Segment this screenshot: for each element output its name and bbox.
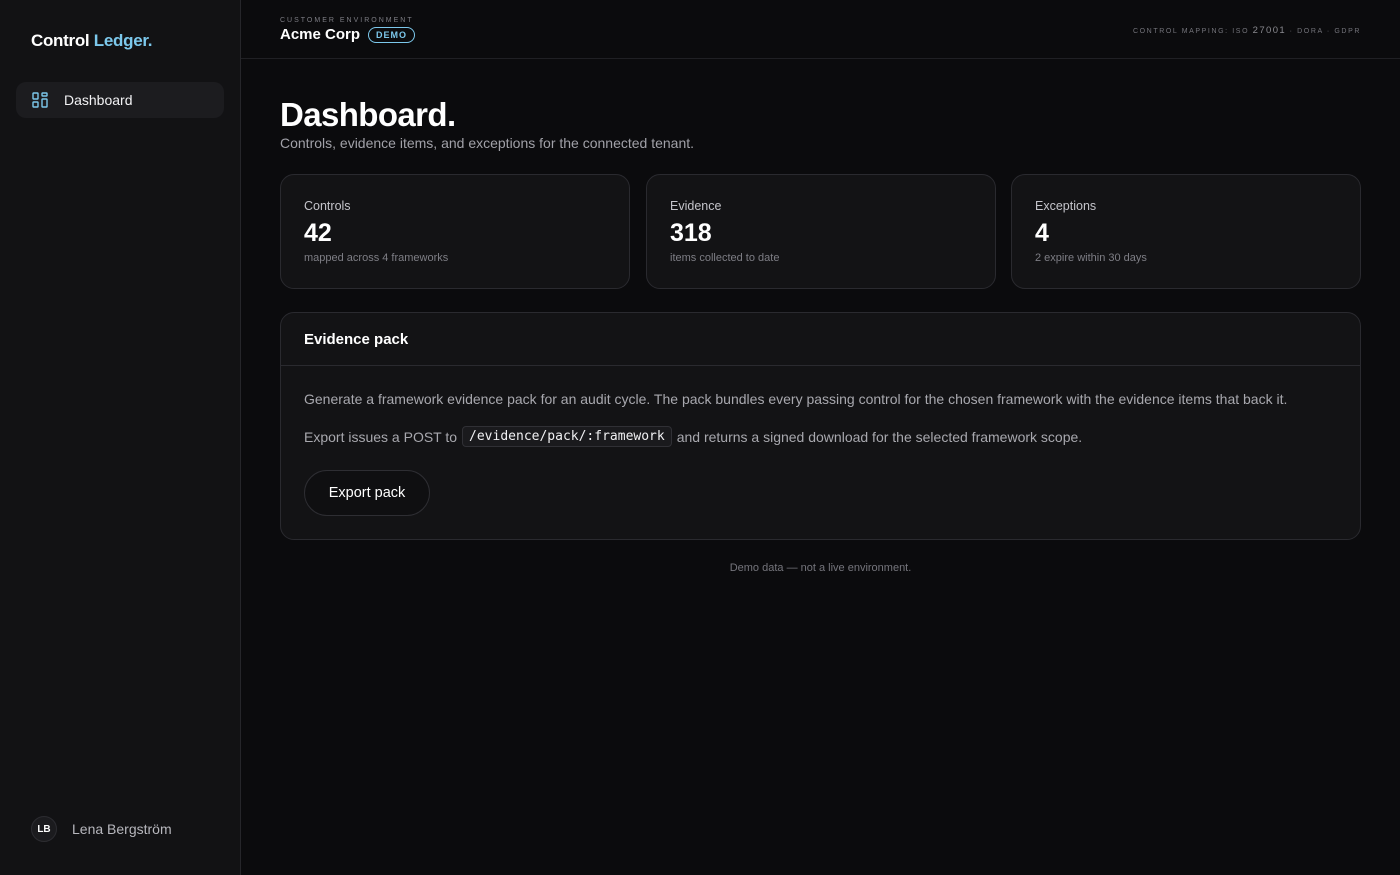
stat-label: Evidence: [670, 199, 722, 213]
export-suffix: and returns a signed download for the se…: [676, 428, 1083, 445]
stat-note: 2 expire within 30 days: [1035, 252, 1147, 264]
stat-value: 4: [1035, 219, 1049, 247]
stat-card-controls: Controls 42 mapped across 4 frameworks: [280, 174, 630, 289]
panel-description: Generate a framework evidence pack for a…: [304, 391, 1288, 407]
endpoint-code: /evidence/pack/:framework: [462, 426, 672, 447]
stat-value: 42: [304, 219, 332, 247]
stat-note: mapped across 4 frameworks: [304, 252, 449, 264]
dashboard-grid-icon: [32, 92, 48, 108]
panel-title: Evidence pack: [281, 313, 1360, 366]
stat-note: items collected to date: [670, 252, 780, 264]
stat-card-evidence: Evidence 318 items collected to date: [646, 174, 996, 289]
user-name: Lena Bergström: [72, 821, 172, 837]
sidebar: Control Ledger. Dashboard LB Lena Bergst…: [0, 0, 241, 875]
evidence-pack-panel: Evidence pack Generate a framework evide…: [280, 312, 1361, 540]
stat-label: Controls: [304, 199, 351, 213]
sidebar-item-label: Dashboard: [64, 92, 133, 108]
brand-logo[interactable]: Control Ledger.: [31, 31, 152, 51]
stat-value: 318: [670, 219, 712, 247]
page-subtitle: Controls, evidence items, and exceptions…: [280, 135, 695, 151]
export-explanation: Export issues a POST to /evidence/pack/:…: [304, 426, 1082, 447]
export-prefix: Export issues a POST to: [304, 428, 458, 445]
brand-name-part2: Ledger.: [93, 31, 153, 50]
brand-name-part1: Control: [31, 31, 90, 50]
demo-footer-note: Demo data — not a live environment.: [729, 562, 912, 574]
page-title: Dashboard.: [280, 96, 456, 133]
stat-card-exceptions: Exceptions 4 2 expire within 30 days: [1011, 174, 1361, 289]
avatar: LB: [31, 816, 57, 842]
main-content: Dashboard. Controls, evidence items, and…: [280, 0, 1361, 875]
stat-label: Exceptions: [1035, 199, 1097, 213]
sidebar-item-dashboard[interactable]: Dashboard: [16, 82, 224, 118]
user-profile[interactable]: LB Lena Bergström: [31, 816, 172, 842]
export-pack-button[interactable]: Export pack: [304, 470, 430, 516]
